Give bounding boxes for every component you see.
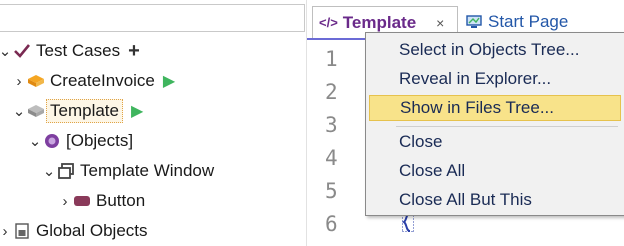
- tab-label: Template: [342, 12, 417, 32]
- menu-item-label: Close: [399, 132, 443, 151]
- line-number: 5: [325, 178, 338, 203]
- menu-item-label: Close All: [399, 161, 466, 180]
- line-number-gutter: 1 2 3 4 5 6: [325, 42, 353, 240]
- menu-item-close[interactable]: Close: [369, 129, 621, 155]
- line-number: 6: [325, 211, 338, 236]
- tree-item-label: Global Objects: [36, 221, 148, 240]
- global-objects-icon: [12, 221, 32, 241]
- menu-item-reveal-in-explorer[interactable]: Reveal in Explorer...: [369, 66, 621, 92]
- menu-separator: [396, 126, 618, 127]
- menu-item-show-in-files-tree[interactable]: Show in Files Tree...: [369, 95, 621, 121]
- start-page-icon: [466, 15, 482, 29]
- tree-item-label: Button: [96, 191, 146, 210]
- tree-item-label: CreateInvoice: [50, 71, 155, 90]
- app-window: ⌄ Test Cases + › CreateInvoice ▶ ⌄ Templ…: [0, 0, 624, 246]
- line-number: 4: [325, 145, 338, 170]
- menu-item-close-all-but-this[interactable]: Close All But This: [369, 187, 621, 213]
- line-number: 3: [325, 112, 338, 137]
- template-icon: [26, 101, 46, 121]
- checkmark-icon: [12, 41, 32, 61]
- tree-item-label: Template Window: [80, 161, 215, 180]
- tree-item-template-window[interactable]: ⌄ Template Window: [42, 158, 214, 184]
- tree-item-test-cases[interactable]: ⌄ Test Cases +: [0, 38, 140, 64]
- menu-item-label: Close All But This: [399, 190, 532, 209]
- chevron-down-icon[interactable]: ⌄: [12, 102, 26, 120]
- chevron-down-icon[interactable]: ⌄: [42, 162, 56, 180]
- add-icon[interactable]: +: [128, 40, 140, 63]
- objects-icon: [42, 131, 62, 151]
- menu-item-select-in-objects-tree[interactable]: Select in Objects Tree...: [369, 37, 621, 63]
- menu-item-label: Select in Objects Tree...: [399, 40, 580, 59]
- button-icon: [72, 191, 92, 211]
- tree-search-input[interactable]: [0, 4, 305, 32]
- line-number: 2: [325, 79, 338, 104]
- context-menu: Select in Objects Tree... Reveal in Expl…: [365, 32, 624, 216]
- test-case-icon: [26, 71, 46, 91]
- tab-label: Start Page: [488, 12, 569, 31]
- chevron-right-icon[interactable]: ›: [58, 193, 72, 210]
- window-icon: [56, 161, 76, 181]
- code-icon: </>: [319, 15, 338, 30]
- tree-item-label: [Objects]: [66, 131, 134, 150]
- chevron-right-icon[interactable]: ›: [0, 223, 12, 240]
- menu-item-close-all[interactable]: Close All: [369, 158, 621, 184]
- tree-item-objects[interactable]: ⌄ [Objects]: [28, 128, 133, 154]
- close-tab-icon[interactable]: ×: [436, 15, 444, 31]
- menu-item-label: Reveal in Explorer...: [399, 69, 552, 88]
- line-number: 1: [325, 46, 338, 71]
- tree-item-button[interactable]: › Button: [58, 188, 146, 214]
- chevron-down-icon[interactable]: ⌄: [0, 42, 12, 60]
- tree-item-createinvoice[interactable]: › CreateInvoice ▶: [12, 68, 176, 94]
- tree-panel: ⌄ Test Cases + › CreateInvoice ▶ ⌄ Templ…: [0, 0, 307, 246]
- menu-item-label: Show in Files Tree...: [400, 98, 555, 117]
- chevron-down-icon[interactable]: ⌄: [28, 132, 42, 150]
- tree-item-label: Test Cases: [36, 41, 121, 60]
- tree-item-template[interactable]: ⌄ Template ▶: [12, 98, 143, 124]
- chevron-right-icon[interactable]: ›: [12, 73, 26, 90]
- run-icon[interactable]: ▶: [163, 71, 175, 91]
- run-icon[interactable]: ▶: [131, 101, 143, 121]
- tree-item-label: Template: [46, 99, 123, 123]
- tree-item-global-objects[interactable]: › Global Objects: [0, 218, 148, 244]
